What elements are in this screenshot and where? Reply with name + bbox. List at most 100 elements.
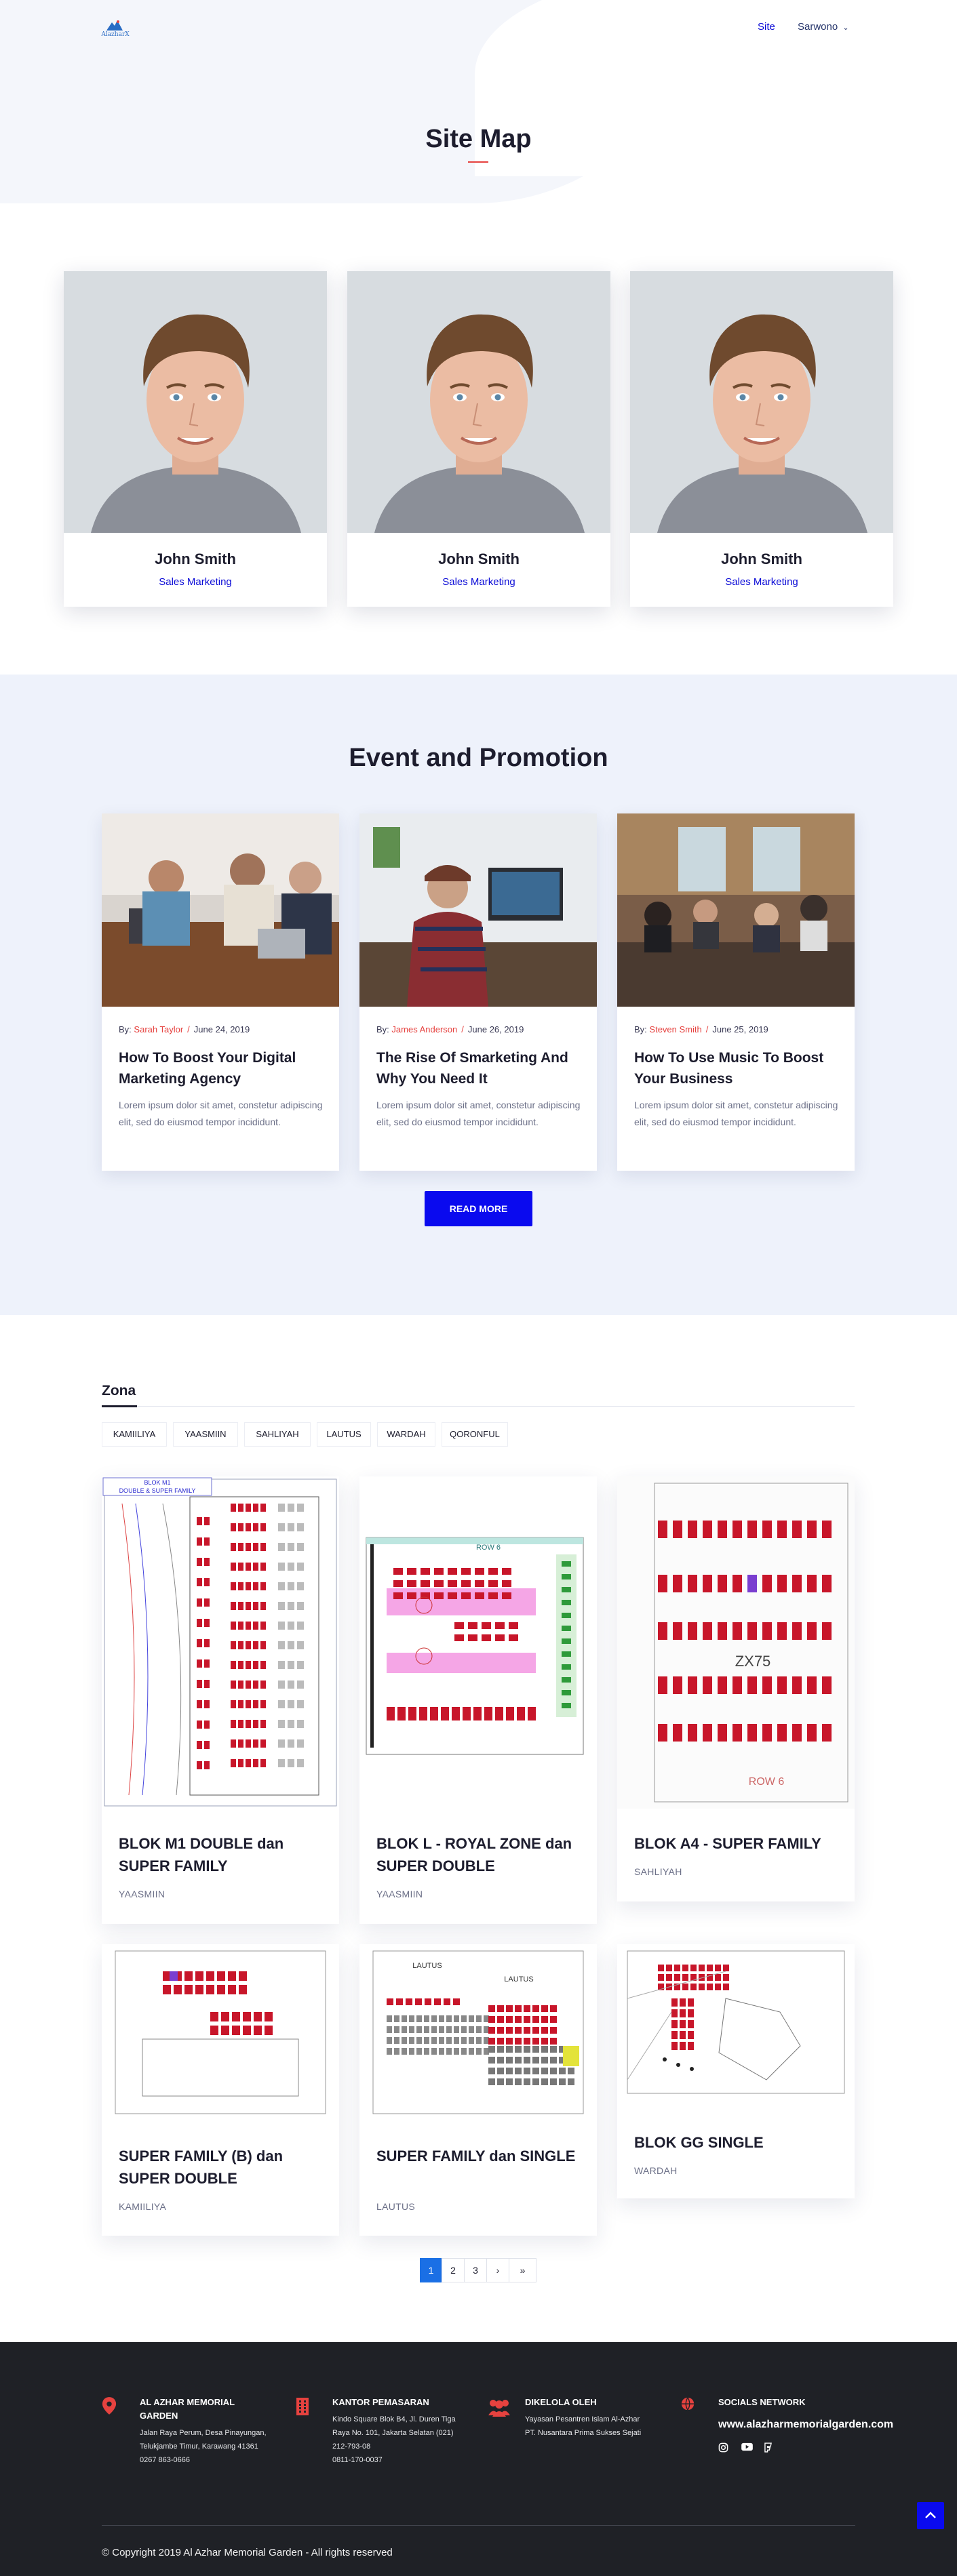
footer-divider <box>102 2525 855 2526</box>
site-logo[interactable]: AlazharX <box>97 19 134 41</box>
event-excerpt: Lorem ipsum dolor sit amet, constetur ad… <box>119 1100 323 1127</box>
team-card: John Smith Sales Marketing <box>630 271 893 607</box>
team-member-name: John Smith <box>155 550 236 567</box>
nav-link-user[interactable]: Sarwono <box>798 21 838 33</box>
team-photo <box>630 271 893 533</box>
portrait-photo <box>347 271 610 533</box>
page-button[interactable]: » <box>509 2258 536 2282</box>
logo-mark-icon <box>106 20 123 31</box>
title-underline <box>468 161 488 163</box>
footer-line: Jalan Raya Perum, Desa Pinayungan, <box>140 2429 267 2437</box>
zona-card-title[interactable]: SUPER FAMILY dan SINGLE <box>376 2145 583 2167</box>
zona-card[interactable]: LAUTUS LAUTUS SUPER FAMILY dan SINGLE LAU… <box>359 1944 597 2236</box>
site-plan-image[interactable] <box>102 1944 339 2120</box>
map-pin-icon <box>102 2396 117 2419</box>
zona-card-title[interactable]: SUPER FAMILY (B) dan SUPER DOUBLE <box>119 2145 326 2190</box>
zona-card-title[interactable]: BLOK A4 - SUPER FAMILY <box>634 1832 841 1855</box>
event-excerpt: Lorem ipsum dolor sit amet, constetur ad… <box>376 1100 581 1127</box>
event-card[interactable]: By: James Anderson / June 26, 2019 The Rise… <box>359 813 597 1171</box>
page-button[interactable]: 2 <box>442 2258 465 2282</box>
footer-line: Raya No. 101, Jakarta Selatan (021) <box>332 2429 454 2437</box>
event-by-label: By: <box>634 1024 647 1034</box>
zona-card-category: SAHLIYAH <box>634 1866 682 1877</box>
foursquare-icon[interactable] <box>764 2442 772 2456</box>
event-title-link[interactable]: How To Use Music To Boost Your Business <box>634 1047 841 1089</box>
footer-line: Telukjambe Timur, Karawang 41361 <box>140 2442 258 2451</box>
zona-card[interactable]: SUPER FAMILY (B) dan SUPER DOUBLE KAMIILI… <box>102 1944 339 2236</box>
site-plan-image[interactable] <box>617 1944 855 2100</box>
zona-tab[interactable]: YAASMIIN <box>173 1422 238 1447</box>
svg-text:ZX75: ZX75 <box>735 1653 771 1670</box>
event-author-link[interactable]: James Anderson <box>391 1024 457 1034</box>
zona-tab[interactable]: KAMIILIYA <box>102 1422 167 1447</box>
meta-separator: / <box>187 1024 190 1034</box>
event-by-label: By: <box>119 1024 132 1034</box>
zona-card[interactable]: ROW 6 BLOK L - ROYAL ZONE dan SUPER DOUB… <box>359 1476 597 1924</box>
page-title: Site Map <box>425 125 532 153</box>
event-image[interactable] <box>617 813 855 1007</box>
zona-card-category: WARDAH <box>634 2165 678 2176</box>
zona-card[interactable]: BLOK GG SINGLE WARDAH <box>617 1944 855 2198</box>
site-plan-image[interactable]: LAUTUS LAUTUS <box>359 1944 597 2120</box>
nav-item-site[interactable]: Site <box>758 21 775 33</box>
zona-card-category: KAMIILIYA <box>119 2201 167 2212</box>
zona-card-title[interactable]: BLOK M1 DOUBLE dan SUPER FAMILY <box>119 1832 326 1877</box>
svg-text:ROW 6: ROW 6 <box>749 1776 785 1788</box>
team-photo <box>64 271 327 533</box>
zona-card-title[interactable]: BLOK GG SINGLE <box>634 2131 841 2154</box>
site-plan-image[interactable]: BLOK M1 DOUBLE & SUPER FAMILY <box>102 1476 339 1809</box>
nav-link-site[interactable]: Site <box>758 21 775 33</box>
instagram-icon[interactable] <box>718 2442 728 2456</box>
portrait-photo <box>630 271 893 533</box>
team-card: John Smith Sales Marketing <box>347 271 610 607</box>
users-icon <box>487 2398 511 2420</box>
event-image[interactable] <box>102 813 339 1007</box>
event-meta: By: Steven Smith / June 25, 2019 <box>634 1024 768 1034</box>
page-button[interactable]: 3 <box>464 2258 487 2282</box>
page-button-active[interactable]: 1 <box>420 2258 442 2282</box>
team-photo <box>347 271 610 533</box>
zona-card[interactable]: BLOK M1 DOUBLE & SUPER FAMILY BLOK M1 DO… <box>102 1476 339 1924</box>
page-button[interactable]: › <box>486 2258 509 2282</box>
event-title: Event and Promotion <box>349 744 608 772</box>
event-date: June 26, 2019 <box>467 1024 524 1034</box>
footer-website-link[interactable]: www.alazharmemorialgarden.com <box>718 2418 893 2431</box>
read-more-button[interactable]: READ MORE <box>425 1191 532 1226</box>
footer-line: Yayasan Pesantren Islam Al-Azhar <box>525 2415 640 2423</box>
event-image[interactable] <box>359 813 597 1007</box>
zona-card-category: YAASMIIN <box>119 1889 165 1899</box>
svg-text:ROW 6: ROW 6 <box>476 1544 501 1552</box>
zona-tab[interactable]: WARDAH <box>377 1422 435 1447</box>
team-member-role: Sales Marketing <box>442 576 515 588</box>
footer-line: PT. Nusantara Prima Sukses Sejati <box>525 2429 642 2437</box>
event-author-link[interactable]: Steven Smith <box>649 1024 701 1034</box>
event-title-link[interactable]: The Rise Of Smarketing And Why You Need … <box>376 1047 583 1089</box>
zona-tab[interactable]: SAHLIYAH <box>244 1422 311 1447</box>
event-card[interactable]: By: Sarah Taylor / June 24, 2019 How To Boo… <box>102 813 339 1171</box>
zona-card[interactable]: ZX75 ROW 6 BLOK A4 - SUPER FAMILY SAHLIYAH <box>617 1476 855 1901</box>
svg-text:LAUTUS: LAUTUS <box>412 1962 442 1970</box>
zona-card-title[interactable]: BLOK L - ROYAL ZONE dan SUPER DOUBLE <box>376 1832 583 1877</box>
footer-line: Kindo Square Blok B4, Jl. Duren Tiga <box>332 2415 456 2423</box>
nav-item-user[interactable]: Sarwono ⌄ <box>798 21 849 33</box>
footer-column-title: DIKELOLA OLEH <box>525 2397 597 2407</box>
event-card[interactable]: By: Steven Smith / June 25, 2019 How To Use… <box>617 813 855 1171</box>
chevron-up-icon <box>925 2512 936 2518</box>
event-date: June 25, 2019 <box>712 1024 768 1034</box>
svg-text:BLOK M1: BLOK M1 <box>144 1479 170 1486</box>
team-member-name: John Smith <box>721 550 802 567</box>
site-plan-image[interactable]: ROW 6 <box>359 1476 597 1761</box>
footer-line: 0811-170-0037 <box>332 2456 383 2464</box>
youtube-icon[interactable] <box>741 2442 753 2455</box>
event-excerpt: Lorem ipsum dolor sit amet, constetur ad… <box>634 1100 838 1127</box>
meta-separator: / <box>461 1024 464 1034</box>
footer-line: 212-793-08 <box>332 2442 371 2451</box>
team-member-role: Sales Marketing <box>725 576 798 588</box>
zona-tab[interactable]: LAUTUS <box>317 1422 371 1447</box>
event-title-link[interactable]: How To Boost Your Digital Marketing Agen… <box>119 1047 326 1089</box>
back-to-top-button[interactable] <box>917 2502 944 2529</box>
zona-tab[interactable]: QORONFUL <box>442 1422 508 1447</box>
site-plan-image[interactable]: ZX75 ROW 6 <box>617 1476 855 1809</box>
building-icon <box>294 2396 311 2420</box>
event-author-link[interactable]: Sarah Taylor <box>134 1024 183 1034</box>
